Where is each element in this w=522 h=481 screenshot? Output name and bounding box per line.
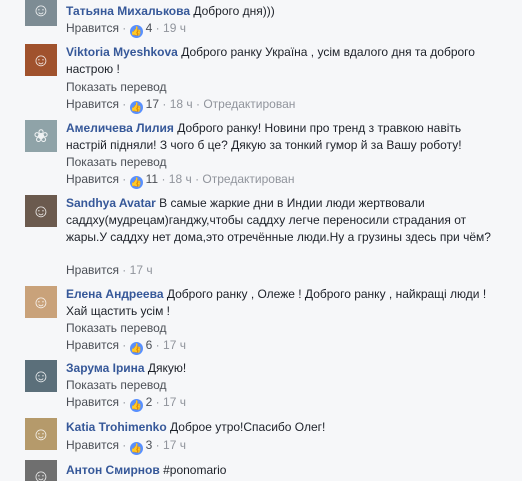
comment-time[interactable]: 19 ч bbox=[163, 21, 186, 35]
edited-label[interactable]: Отредактирован bbox=[202, 172, 294, 186]
comment-time[interactable]: 17 ч bbox=[130, 263, 153, 277]
comment-actions: Нравится · 17 ч bbox=[66, 263, 153, 277]
avatar[interactable]: ☺ bbox=[25, 460, 57, 481]
like-count[interactable]: 6 bbox=[146, 338, 153, 352]
user-icon: ☺ bbox=[31, 466, 51, 481]
comment-body: Амеличева Лилия Доброго ранку! Новини пр… bbox=[66, 120, 498, 154]
comment-text: Доброго дня))) bbox=[193, 4, 275, 18]
like-count[interactable]: 3 bbox=[146, 438, 153, 452]
like-count[interactable]: 17 bbox=[146, 97, 159, 111]
user-icon: ☺ bbox=[31, 0, 51, 20]
like-button[interactable]: Нравится bbox=[66, 438, 119, 452]
comment-body: Viktoria Myeshkova Доброго ранку Україна… bbox=[66, 44, 498, 78]
comment-time[interactable]: 18 ч bbox=[170, 97, 193, 111]
comment-body: Антон Смирнов #ponomario bbox=[66, 462, 498, 479]
comment-body: Елена Андреева Доброго ранку , Олеже ! Д… bbox=[66, 286, 498, 320]
thumbs-up-icon: 👍 bbox=[129, 25, 143, 38]
avatar[interactable]: ☺ bbox=[25, 0, 57, 26]
like-button[interactable]: Нравится bbox=[66, 172, 119, 186]
like-button[interactable]: Нравится bbox=[66, 338, 119, 352]
comment-time[interactable]: 17 ч bbox=[163, 438, 186, 452]
user-icon: ☺ bbox=[31, 292, 51, 312]
like-button[interactable]: Нравится bbox=[66, 21, 119, 35]
show-translation-link[interactable]: Показать перевод bbox=[66, 377, 167, 393]
comment-time[interactable]: 17 ч bbox=[163, 338, 186, 352]
like-button[interactable]: Нравится bbox=[66, 395, 119, 409]
thumbs-up-icon: 👍 bbox=[129, 101, 143, 114]
comment-actions: Нравится · 👍 4 · 19 ч bbox=[66, 21, 186, 38]
comment-actions: Нравится · 👍 17 · 18 ч · Отредактирован bbox=[66, 97, 296, 114]
comment-author[interactable]: Sandhya Avatar bbox=[66, 196, 156, 210]
show-translation-link[interactable]: Показать перевод bbox=[66, 320, 167, 336]
thumbs-up-icon: 👍 bbox=[129, 442, 143, 455]
avatar[interactable]: ☺ bbox=[25, 195, 57, 227]
user-icon: ☺ bbox=[31, 50, 51, 70]
comment-body: Katia Trohimenko Доброе утро!Спасибо Оле… bbox=[66, 419, 498, 436]
comment-author[interactable]: Зарума Ірина bbox=[66, 361, 145, 375]
comment-body: Sandhya Avatar В самые жаркие дни в Инди… bbox=[66, 195, 498, 246]
comment-body: Татьяна Михалькова Доброго дня))) bbox=[66, 3, 498, 20]
thumbs-up-icon: 👍 bbox=[129, 399, 143, 412]
comment-actions: Нравится · 👍 6 · 17 ч bbox=[66, 338, 186, 355]
show-translation-link[interactable]: Показать перевод bbox=[66, 79, 167, 95]
comment-time[interactable]: 18 ч bbox=[169, 172, 192, 186]
comment-time[interactable]: 17 ч bbox=[163, 395, 186, 409]
comment-text: #ponomario bbox=[163, 463, 227, 477]
like-button[interactable]: Нравится bbox=[66, 97, 119, 111]
avatar[interactable]: ❀ bbox=[25, 120, 57, 152]
comment-author[interactable]: Katia Trohimenko bbox=[66, 420, 167, 434]
avatar[interactable]: ☺ bbox=[25, 360, 57, 392]
show-translation-link[interactable]: Показать перевод bbox=[66, 154, 167, 170]
thumbs-up-icon: 👍 bbox=[129, 342, 143, 355]
comment-actions: Нравится · 👍 3 · 17 ч bbox=[66, 438, 186, 455]
flower-icon: ❀ bbox=[33, 126, 49, 146]
user-icon: ☺ bbox=[31, 201, 51, 221]
comment-author[interactable]: Viktoria Myeshkova bbox=[66, 45, 178, 59]
edited-label[interactable]: Отредактирован bbox=[203, 97, 295, 111]
comment-text: Дякую! bbox=[147, 361, 187, 375]
like-count[interactable]: 2 bbox=[146, 395, 153, 409]
avatar[interactable]: ☺ bbox=[25, 44, 57, 76]
comment-author[interactable]: Елена Андреева bbox=[66, 287, 164, 301]
like-count[interactable]: 4 bbox=[146, 21, 153, 35]
user-icon: ☺ bbox=[31, 424, 51, 444]
comment-actions: Нравится · 👍 11 · 18 ч · Отредактирован bbox=[66, 172, 295, 189]
comment-author[interactable]: Амеличева Лилия bbox=[66, 121, 174, 135]
user-icon: ☺ bbox=[31, 366, 51, 386]
avatar[interactable]: ☺ bbox=[25, 418, 57, 450]
comment-body: Зарума Ірина Дякую! bbox=[66, 360, 498, 377]
comment-text: Доброе утро!Спасибо Олег! bbox=[170, 420, 326, 434]
thumbs-up-icon: 👍 bbox=[129, 176, 143, 189]
like-button[interactable]: Нравится bbox=[66, 263, 119, 277]
avatar[interactable]: ☺ bbox=[25, 286, 57, 318]
comment-author[interactable]: Татьяна Михалькова bbox=[66, 4, 190, 18]
like-count[interactable]: 11 bbox=[146, 172, 158, 186]
comment-actions: Нравится · 👍 2 · 17 ч bbox=[66, 395, 186, 412]
comment-author[interactable]: Антон Смирнов bbox=[66, 463, 160, 477]
